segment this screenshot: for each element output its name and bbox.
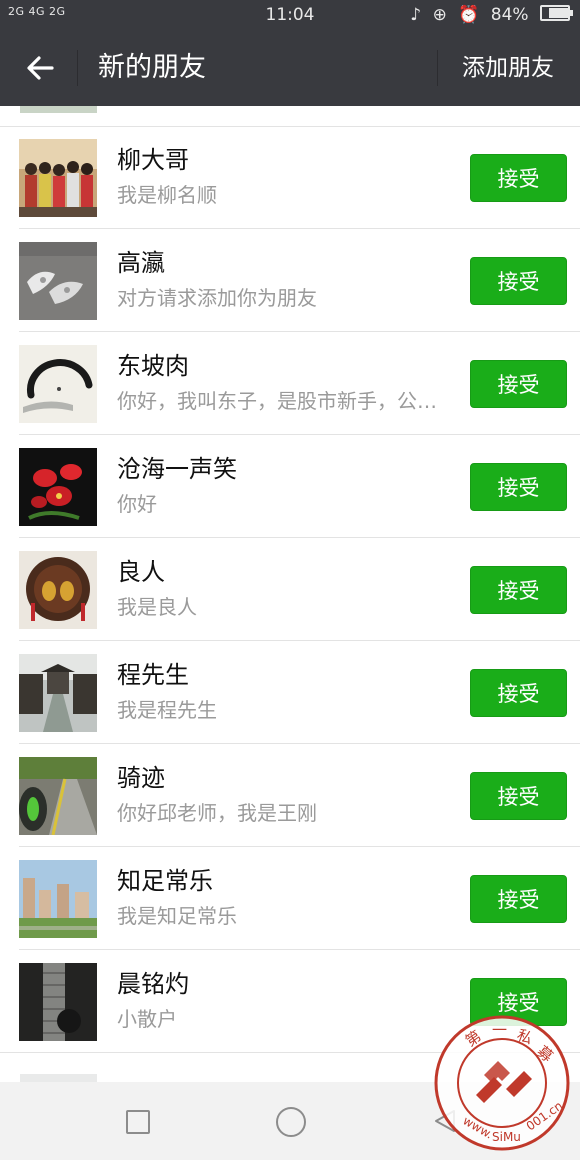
request-name: 沧海一声笑 [117, 455, 237, 483]
request-name: 高瀛 [117, 249, 165, 277]
request-message: 我是良人 [117, 595, 197, 619]
accept-button[interactable]: 接受 [470, 360, 567, 408]
avatar [19, 654, 97, 732]
request-message: 你好 [117, 492, 157, 516]
watermark-logo: 第 一 私 募 www. SiMu 001.cn [432, 1013, 572, 1153]
request-row[interactable]: 柳大哥 我是柳名顺 接受 [0, 126, 580, 229]
request-message: 我是知足常乐 [117, 904, 237, 928]
request-message: 你好，我叫东子，是股市新手，公… [117, 389, 437, 413]
nav-divider [437, 50, 438, 86]
request-message: 我是程先生 [117, 698, 217, 722]
friend-request-list[interactable]: 柳大哥 我是柳名顺 接受 高瀛 对方请求添加你为朋友 接受 东坡肉 你好，我叫东… [0, 106, 580, 1082]
request-row[interactable]: 良人 我是良人 接受 [0, 538, 580, 641]
nav-divider [77, 50, 78, 86]
status-right: ♪ ⊕ ⏰ 84% [404, 5, 573, 25]
avatar [19, 757, 97, 835]
alarm-icon: ⏰ [458, 5, 480, 25]
request-message: 你好邱老师，我是王刚 [117, 801, 317, 825]
accept-button[interactable]: 接受 [470, 257, 567, 305]
request-message: 小散户 [117, 1007, 177, 1031]
avatar [19, 551, 97, 629]
avatar [20, 106, 97, 113]
request-row[interactable]: 高瀛 对方请求添加你为朋友 接受 [0, 229, 580, 332]
svg-text:一: 一 [492, 1021, 507, 1039]
svg-text:SiMu: SiMu [492, 1130, 521, 1144]
battery-icon [540, 5, 573, 21]
request-row[interactable]: 知足常乐 我是知足常乐 接受 [0, 847, 580, 950]
back-button[interactable] [22, 50, 58, 86]
square-icon[interactable] [126, 1110, 150, 1134]
accept-button[interactable]: 接受 [470, 154, 567, 202]
request-row[interactable]: 程先生 我是程先生 接受 [0, 641, 580, 744]
request-message: 我是柳名顺 [117, 183, 217, 207]
request-message: 对方请求添加你为朋友 [117, 286, 317, 310]
accept-button[interactable]: 接受 [470, 669, 567, 717]
avatar [19, 963, 97, 1041]
avatar [20, 1074, 97, 1082]
request-row[interactable]: 东坡肉 你好，我叫东子，是股市新手，公… 接受 [0, 332, 580, 435]
request-name: 知足常乐 [117, 867, 213, 895]
request-name: 骑迹 [117, 764, 165, 792]
request-name: 东坡肉 [117, 352, 189, 380]
request-name: 程先生 [117, 661, 189, 689]
request-name: 良人 [117, 558, 165, 586]
title-bar: 新的朋友 添加朋友 [0, 30, 580, 106]
avatar [19, 860, 97, 938]
battery-fill [549, 8, 569, 18]
accept-button[interactable]: 接受 [470, 463, 567, 511]
status-bar: 2G 4G 2G 11:04 ♪ ⊕ ⏰ 84% [0, 0, 580, 30]
list-item-partial [0, 106, 580, 127]
avatar [19, 345, 97, 423]
request-name: 柳大哥 [117, 146, 189, 174]
accept-button[interactable]: 接受 [470, 772, 567, 820]
lock-rotation-icon: ⊕ [432, 5, 447, 25]
request-row[interactable]: 沧海一声笑 你好 接受 [0, 435, 580, 538]
accept-button[interactable]: 接受 [470, 566, 567, 614]
request-name: 晨铭灼 [117, 970, 189, 998]
battery-percent: 84% [490, 5, 529, 25]
request-row[interactable]: 骑迹 你好邱老师，我是王刚 接受 [0, 744, 580, 847]
avatar [19, 139, 97, 217]
add-friend-button[interactable]: 添加朋友 [462, 50, 554, 86]
circle-icon[interactable] [276, 1107, 306, 1137]
accept-button[interactable]: 接受 [470, 875, 567, 923]
mute-icon: ♪ [410, 5, 422, 25]
avatar [19, 448, 97, 526]
page-title: 新的朋友 [98, 52, 206, 83]
avatar [19, 242, 97, 320]
arrow-left-icon [27, 56, 54, 80]
